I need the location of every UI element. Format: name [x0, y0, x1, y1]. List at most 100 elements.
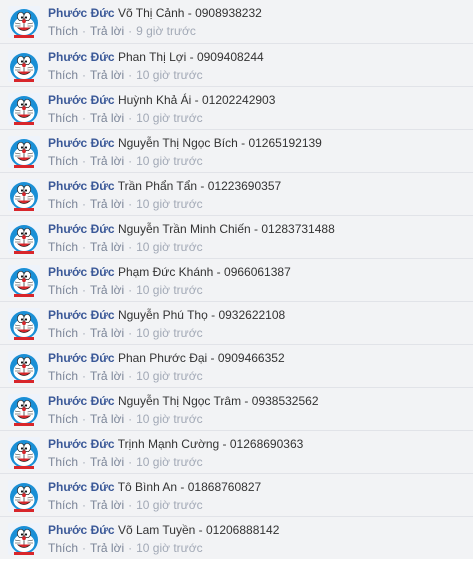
reply-link[interactable]: Trả lời: [90, 412, 124, 426]
avatar-icon[interactable]: [8, 93, 40, 125]
comment-timestamp[interactable]: 10 giờ trước: [136, 283, 202, 297]
like-link[interactable]: Thích: [48, 68, 78, 82]
separator-dot: ·: [82, 24, 87, 38]
comment-timestamp[interactable]: 10 giờ trước: [136, 240, 202, 254]
comment-actions: Thích · Trả lời · 9 giờ trước: [48, 23, 196, 39]
avatar-icon[interactable]: [8, 6, 40, 38]
comment-author-link[interactable]: Phước Đức: [48, 136, 115, 150]
reply-link[interactable]: Trả lời: [90, 498, 124, 512]
like-link[interactable]: Thích: [48, 111, 78, 125]
comment-body: Phước Đức Võ Lam Tuyền - 01206888142: [48, 522, 469, 538]
comment-timestamp[interactable]: 9 giờ trước: [136, 24, 196, 38]
comment-timestamp[interactable]: 10 giờ trước: [136, 154, 202, 168]
avatar-icon[interactable]: [8, 50, 40, 82]
reply-link[interactable]: Trả lời: [90, 68, 124, 82]
like-link[interactable]: Thích: [48, 240, 78, 254]
like-link[interactable]: Thích: [48, 197, 78, 211]
avatar-icon[interactable]: [8, 437, 40, 469]
comment-timestamp[interactable]: 10 giờ trước: [136, 369, 202, 383]
comment-author-link[interactable]: Phước Đức: [48, 222, 115, 236]
comment-author-link[interactable]: Phước Đức: [48, 308, 115, 322]
avatar-icon[interactable]: [8, 179, 40, 211]
comment-actions: Thích · Trả lời · 10 giờ trước: [48, 411, 203, 427]
reply-link[interactable]: Trả lời: [90, 24, 124, 38]
like-link[interactable]: Thích: [48, 369, 78, 383]
comment-item: Phước Đức Phan Thị Lợi - 0909408244 Thíc…: [0, 43, 473, 86]
separator-dot: ·: [128, 24, 133, 38]
avatar-icon[interactable]: [8, 136, 40, 168]
like-link[interactable]: Thích: [48, 24, 78, 38]
reply-link[interactable]: Trả lời: [90, 455, 124, 469]
comment-body: Phước Đức Phạm Đức Khánh - 0966061387: [48, 264, 469, 280]
comment-text: Trần Phẩn Tẩn - 01223690357: [117, 179, 282, 193]
comment-author-link[interactable]: Phước Đức: [48, 480, 115, 494]
like-link[interactable]: Thích: [48, 326, 78, 340]
comment-author-link[interactable]: Phước Đức: [48, 179, 115, 193]
comment-item: Phước Đức Nguyễn Thị Ngọc Bích - 0126519…: [0, 129, 473, 172]
comment-author-link[interactable]: Phước Đức: [48, 394, 115, 408]
separator-dot: ·: [82, 326, 87, 340]
avatar-icon[interactable]: [8, 480, 40, 512]
like-link[interactable]: Thích: [48, 154, 78, 168]
comment-text: Võ Lam Tuyền - 01206888142: [117, 523, 280, 537]
comment-body: Phước Đức Trần Phẩn Tẩn - 01223690357: [48, 178, 469, 194]
comment-item: Phước Đức Trần Phẩn Tẩn - 01223690357 Th…: [0, 172, 473, 215]
avatar-icon[interactable]: [8, 308, 40, 340]
comment-item: Phước Đức Nguyễn Phú Thọ - 0932622108 Th…: [0, 301, 473, 344]
comment-author-link[interactable]: Phước Đức: [48, 50, 115, 64]
comment-timestamp[interactable]: 10 giờ trước: [136, 68, 202, 82]
separator-dot: ·: [82, 240, 87, 254]
comment-item: Phước Đức Phan Phước Đại - 0909466352 Th…: [0, 344, 473, 387]
reply-link[interactable]: Trả lời: [90, 541, 124, 555]
comment-body: Phước Đức Trịnh Mạnh Cường - 01268690363: [48, 436, 469, 452]
like-link[interactable]: Thích: [48, 412, 78, 426]
comment-actions: Thích · Trả lời · 10 giờ trước: [48, 110, 203, 126]
reply-link[interactable]: Trả lời: [90, 240, 124, 254]
separator-dot: ·: [128, 68, 133, 82]
comment-item: Phước Đức Huỳnh Khả Ái - 01202242903 Thí…: [0, 86, 473, 129]
comment-author-link[interactable]: Phước Đức: [48, 351, 115, 365]
comment-actions: Thích · Trả lời · 10 giờ trước: [48, 454, 203, 470]
comment-item: Phước Đức Trịnh Mạnh Cường - 01268690363…: [0, 430, 473, 473]
comment-text: Phan Phước Đại - 0909466352: [117, 351, 285, 365]
comment-timestamp[interactable]: 10 giờ trước: [136, 412, 202, 426]
comment-text: Huỳnh Khả Ái - 01202242903: [117, 93, 276, 107]
separator-dot: ·: [128, 240, 133, 254]
comment-item: Phước Đức Phạm Đức Khánh - 0966061387 Th…: [0, 258, 473, 301]
avatar-icon[interactable]: [8, 351, 40, 383]
comment-timestamp[interactable]: 10 giờ trước: [136, 498, 202, 512]
comment-timestamp[interactable]: 10 giờ trước: [136, 197, 202, 211]
like-link[interactable]: Thích: [48, 283, 78, 297]
separator-dot: ·: [82, 455, 87, 469]
comment-author-link[interactable]: Phước Đức: [48, 437, 115, 451]
reply-link[interactable]: Trả lời: [90, 369, 124, 383]
reply-link[interactable]: Trả lời: [90, 111, 124, 125]
reply-link[interactable]: Trả lời: [90, 197, 124, 211]
comment-item: Phước Đức Tô Bình An - 01868760827 Thích…: [0, 473, 473, 516]
comment-author-link[interactable]: Phước Đức: [48, 523, 115, 537]
comment-author-link[interactable]: Phước Đức: [48, 93, 115, 107]
comment-author-link[interactable]: Phước Đức: [48, 265, 115, 279]
avatar-icon[interactable]: [8, 265, 40, 297]
comment-body: Phước Đức Huỳnh Khả Ái - 01202242903: [48, 92, 469, 108]
avatar-icon[interactable]: [8, 523, 40, 555]
like-link[interactable]: Thích: [48, 541, 78, 555]
comment-timestamp[interactable]: 10 giờ trước: [136, 455, 202, 469]
separator-dot: ·: [82, 111, 87, 125]
comment-text: Nguyễn Trần Minh Chiến - 01283731488: [117, 222, 335, 236]
comment-timestamp[interactable]: 10 giờ trước: [136, 541, 202, 555]
comment-timestamp[interactable]: 10 giờ trước: [136, 111, 202, 125]
comment-timestamp[interactable]: 10 giờ trước: [136, 326, 202, 340]
reply-link[interactable]: Trả lời: [90, 154, 124, 168]
comment-actions: Thích · Trả lời · 10 giờ trước: [48, 196, 203, 212]
like-link[interactable]: Thích: [48, 498, 78, 512]
reply-link[interactable]: Trả lời: [90, 283, 124, 297]
comment-author-link[interactable]: Phước Đức: [48, 6, 115, 20]
like-link[interactable]: Thích: [48, 455, 78, 469]
avatar-icon[interactable]: [8, 222, 40, 254]
comment-text: Trịnh Mạnh Cường - 01268690363: [117, 437, 304, 451]
separator-dot: ·: [82, 541, 87, 555]
separator-dot: ·: [82, 412, 87, 426]
avatar-icon[interactable]: [8, 394, 40, 426]
reply-link[interactable]: Trả lời: [90, 326, 124, 340]
